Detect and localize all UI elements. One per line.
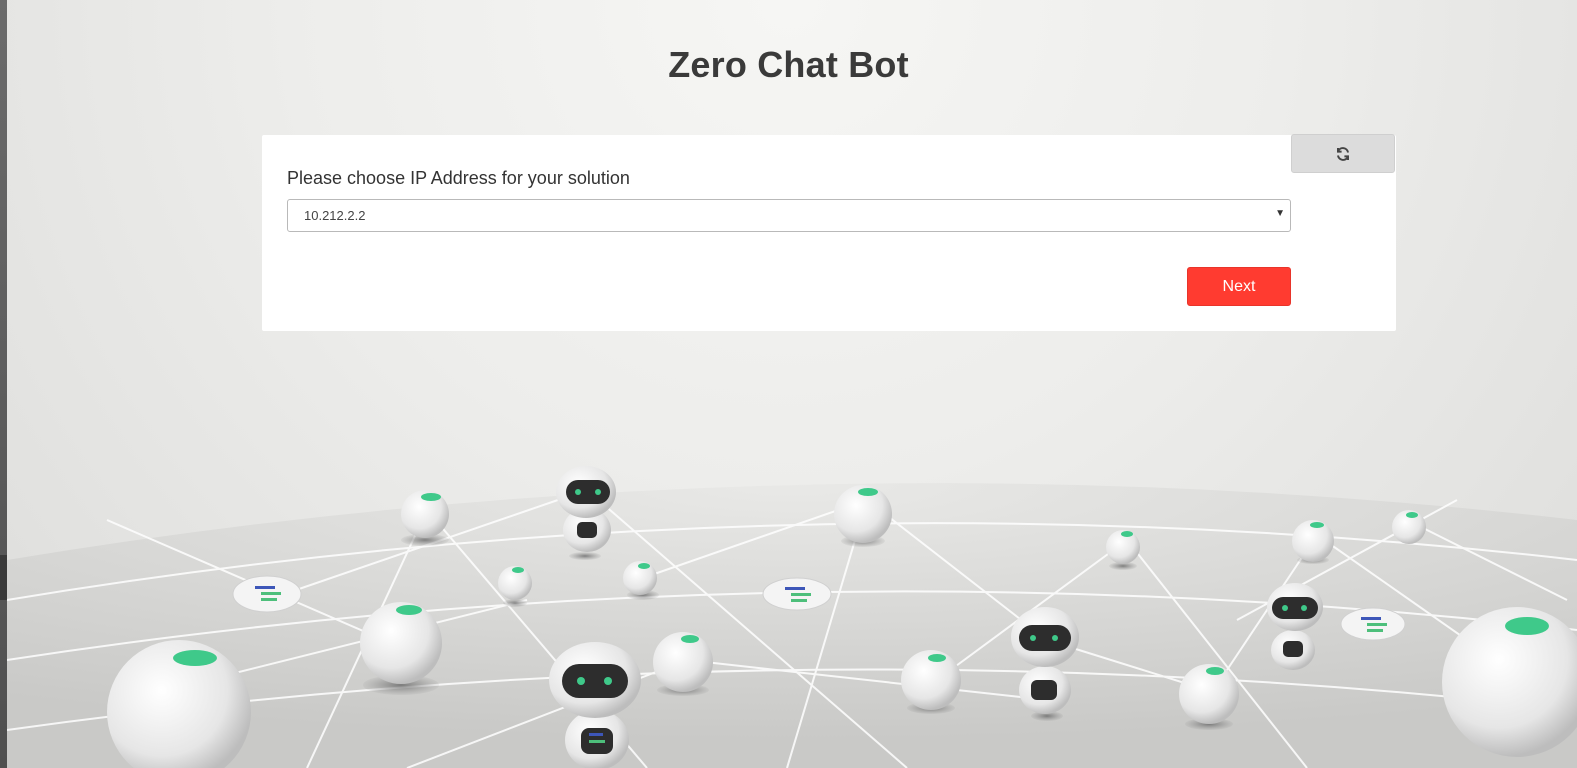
refresh-icon [1337, 146, 1349, 161]
refresh-button[interactable] [1291, 134, 1395, 173]
ip-address-select[interactable]: 10.212.2.2 ▼ [287, 199, 1291, 232]
window-edge-notch [0, 555, 7, 600]
window-edge-strip [0, 0, 7, 768]
page-title: Zero Chat Bot [668, 44, 909, 85]
bot-ball [401, 490, 449, 546]
chevron-down-icon: ▼ [1275, 208, 1285, 219]
robot-network-background [7, 0, 1577, 768]
ip-address-selected-value: 10.212.2.2 [304, 208, 366, 223]
ip-address-label: Please choose IP Address for your soluti… [287, 168, 630, 188]
next-button[interactable]: Next [1187, 267, 1291, 306]
